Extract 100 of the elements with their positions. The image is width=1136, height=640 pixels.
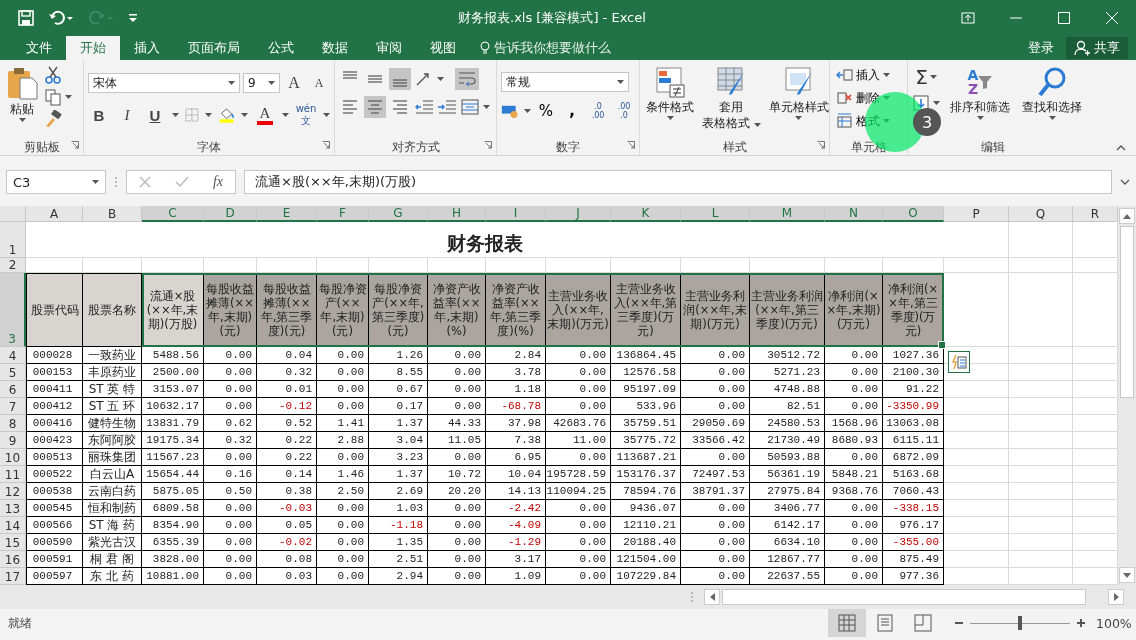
ribbon-tab[interactable]: 视图 [416, 36, 470, 60]
merge-center-icon[interactable] [460, 98, 480, 116]
dialog-launcher-icon[interactable] [71, 141, 79, 149]
expand-formula-icon[interactable] [1120, 179, 1130, 185]
comma-button[interactable]: , [561, 100, 583, 122]
font-color-button[interactable]: A [254, 103, 276, 127]
column-header[interactable]: K [611, 206, 681, 222]
ribbon-tab[interactable]: 开始 [66, 36, 120, 60]
row-header[interactable]: 1 [0, 222, 26, 258]
column-header[interactable]: N [825, 206, 883, 222]
row-header[interactable]: 13 [0, 500, 26, 517]
insert-function-button[interactable]: fx [212, 174, 223, 190]
column-header[interactable]: A [26, 206, 83, 222]
column-header[interactable]: O [883, 206, 944, 222]
caret-icon[interactable] [666, 116, 674, 120]
caret-icon[interactable] [241, 113, 248, 117]
font-size-field[interactable]: 9 [243, 73, 280, 93]
caret-icon[interactable] [204, 113, 212, 117]
quick-analysis-button[interactable] [948, 351, 970, 373]
customize-icon[interactable] [128, 13, 138, 23]
italic-button[interactable]: I [116, 104, 138, 126]
column-header[interactable]: E [257, 206, 317, 222]
name-box[interactable]: C3 [6, 170, 106, 194]
decrease-indent-icon[interactable] [414, 98, 434, 116]
column-header[interactable]: B [83, 206, 142, 222]
scroll-up-button[interactable] [1119, 208, 1135, 224]
caret-icon[interactable] [228, 81, 236, 85]
row-header[interactable]: 7 [0, 398, 26, 415]
column-header[interactable]: F [317, 206, 369, 222]
row-header[interactable]: 16 [0, 551, 26, 568]
column-header[interactable]: R [1073, 206, 1118, 222]
caret-icon[interactable] [437, 77, 444, 81]
format-as-table-button[interactable]: 套用 表格格式 [700, 64, 763, 139]
row-header[interactable]: 4 [0, 347, 26, 364]
scroll-right-button[interactable] [1108, 589, 1124, 605]
percent-button[interactable]: % [535, 100, 557, 122]
fill-handle[interactable] [938, 341, 946, 349]
undo-icon[interactable] [48, 10, 74, 26]
zoom-in-icon[interactable] [1076, 618, 1086, 628]
zoom-level[interactable]: 100% [1096, 615, 1136, 631]
row-header[interactable]: 17 [0, 568, 26, 585]
copy-icon[interactable] [44, 88, 62, 106]
caret-icon[interactable] [795, 116, 803, 120]
phonetic-guide-button[interactable]: wén 文 [295, 102, 317, 128]
row-header[interactable]: 15 [0, 534, 26, 551]
row-header[interactable]: 12 [0, 483, 26, 500]
dialog-launcher-icon[interactable] [322, 141, 330, 149]
row-header[interactable]: 9 [0, 432, 26, 449]
column-header[interactable]: L [681, 206, 750, 222]
sign-in-link[interactable]: 登录 [1028, 36, 1054, 60]
grow-font-button[interactable]: A [283, 72, 305, 94]
caret-icon[interactable] [976, 116, 984, 120]
row-header[interactable]: 2 [0, 258, 26, 273]
zoom-slider-thumb[interactable] [1018, 615, 1022, 630]
caret-icon[interactable] [929, 75, 937, 79]
increase-indent-icon[interactable] [437, 98, 457, 116]
decrease-decimal-button[interactable]: .00 .0 [613, 100, 635, 122]
row-header[interactable]: 10 [0, 449, 26, 466]
row-header[interactable]: 11 [0, 466, 26, 483]
number-format-field[interactable]: 常规 [501, 72, 629, 92]
dialog-launcher-icon[interactable] [627, 141, 635, 149]
caret-icon[interactable] [92, 180, 99, 184]
column-header[interactable]: J [546, 206, 611, 222]
check-icon[interactable] [174, 176, 189, 188]
sort-filter-button[interactable]: A Z 排序和筛选 [948, 64, 1012, 139]
ribbon-tab[interactable]: 插入 [120, 36, 174, 60]
collapse-ribbon-icon[interactable] [1116, 145, 1126, 151]
cut-icon[interactable] [44, 66, 62, 84]
dialog-launcher-icon[interactable] [817, 141, 825, 149]
cells-menu-button[interactable]: 插入 [834, 64, 903, 86]
cell-styles-button[interactable]: 单元格样式 [766, 64, 831, 139]
caret-icon[interactable] [753, 123, 761, 127]
caret-icon[interactable] [172, 113, 179, 117]
row-header[interactable]: 3 [0, 273, 26, 347]
caret-icon[interactable] [18, 118, 26, 122]
save-icon[interactable] [18, 10, 34, 26]
paste-button[interactable]: 粘贴 [4, 64, 40, 139]
ribbon-tab[interactable]: 数据 [308, 36, 362, 60]
row-header[interactable]: 14 [0, 517, 26, 534]
caret-icon[interactable] [617, 80, 624, 84]
row-header[interactable]: 8 [0, 415, 26, 432]
format-painter-icon[interactable] [44, 110, 62, 128]
scroll-down-button[interactable] [1119, 567, 1135, 583]
font-family-field[interactable]: 宋体 [88, 73, 241, 93]
bold-button[interactable]: B [88, 104, 110, 126]
tell-me-field[interactable]: 告诉我你想要做什么 [494, 39, 611, 57]
caret-icon[interactable] [883, 73, 890, 77]
scroll-left-button[interactable] [704, 589, 720, 605]
row-header[interactable]: 5 [0, 364, 26, 381]
caret-icon[interactable] [933, 101, 940, 105]
ribbon-tab[interactable]: 审阅 [362, 36, 416, 60]
caret-icon[interactable] [1048, 116, 1056, 120]
view-button[interactable] [828, 609, 866, 637]
column-header[interactable]: I [486, 206, 546, 222]
fill-color-icon[interactable] [217, 106, 235, 124]
underline-button[interactable]: U [144, 104, 166, 126]
find-select-button[interactable]: 查找和选择 [1020, 64, 1084, 139]
column-header[interactable]: P [944, 206, 1009, 222]
caret-icon[interactable] [323, 113, 330, 117]
scrollbar-thumb[interactable] [722, 589, 1086, 605]
